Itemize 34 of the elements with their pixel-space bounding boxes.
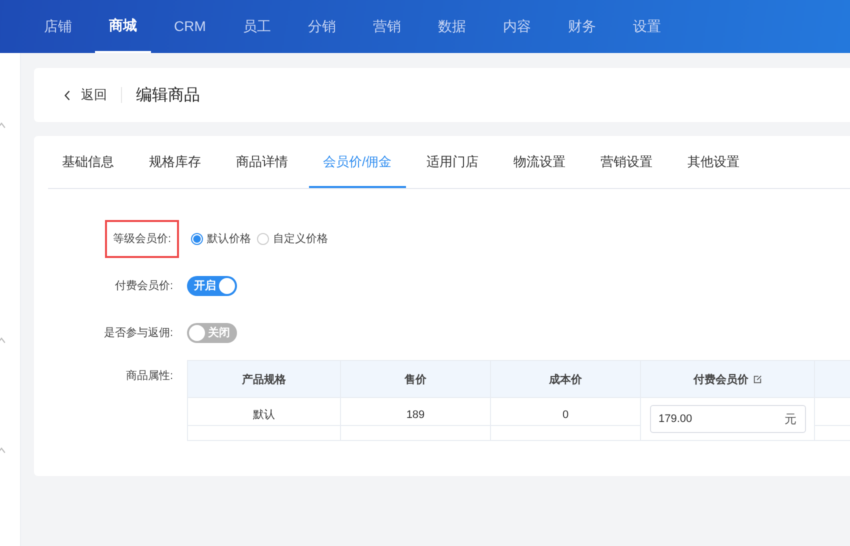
radio-option[interactable]: 默认价格 (191, 231, 251, 246)
input-field[interactable]: 179.00 元 (650, 405, 806, 433)
nav-item[interactable]: 财务 (554, 0, 610, 53)
tab[interactable]: 基础信息 (48, 136, 128, 188)
tab[interactable]: 营销设置 (586, 136, 667, 188)
nav-item[interactable]: 员工 (228, 0, 285, 53)
back-link[interactable]: 返回 (64, 86, 107, 104)
table-cell-text: 默认 (253, 408, 275, 422)
tab[interactable]: 适用门店 (412, 136, 493, 188)
column-header: 售价 (341, 361, 491, 397)
nav-item[interactable]: 内容 (488, 0, 545, 53)
table-cell-text: 0 (562, 408, 569, 420)
radio-option[interactable]: 自定义价格 (257, 231, 328, 246)
page-title: 编辑商品 (136, 86, 200, 106)
nav-item[interactable]: CRM (160, 0, 220, 53)
nav-item[interactable]: 数据 (424, 0, 480, 53)
tab[interactable]: 其他设置 (674, 136, 754, 188)
nav-item[interactable]: 分销 (294, 0, 350, 53)
nav-item[interactable]: 营销 (358, 0, 415, 53)
column-header: 产品规格 (188, 361, 341, 397)
table-cell-text: 189 (406, 408, 425, 420)
nav-item[interactable]: 商城 (95, 0, 151, 53)
tab[interactable]: 商品详情 (222, 136, 302, 188)
tab[interactable]: 物流设置 (500, 136, 580, 188)
column-header: 成本价 (491, 361, 641, 397)
form-label: 是否参与返佣: (104, 326, 173, 340)
column-header: 付费会员价 (641, 361, 815, 397)
form-label: 付费会员价: (114, 279, 173, 293)
form-label: 商品属性: (126, 368, 173, 383)
nav-item[interactable]: 店铺 (30, 0, 86, 53)
tab[interactable]: 规格库存 (135, 136, 215, 188)
edit-icon[interactable] (752, 374, 762, 384)
highlighted-label: 等级会员价: (104, 220, 179, 258)
back-icon[interactable] (64, 90, 71, 100)
